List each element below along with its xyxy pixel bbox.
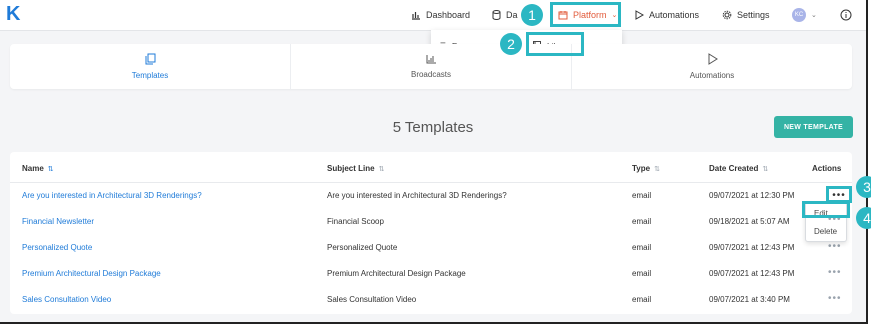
step-badge-3: 3 xyxy=(856,176,871,198)
subject-cell: Sales Consultation Video xyxy=(327,295,417,304)
step-badge-1: 1 xyxy=(521,4,543,26)
table-row: Sales Consultation Video Sales Consultat… xyxy=(10,286,852,312)
nav-data[interactable]: Da xyxy=(492,0,518,30)
column-header-subject-label: Subject Line xyxy=(327,164,375,173)
bar-chart-icon xyxy=(412,11,420,20)
subject-cell: Premium Architectural Design Package xyxy=(327,269,466,278)
app-logo[interactable]: K xyxy=(6,3,20,26)
nav-automations[interactable]: Automations xyxy=(635,0,699,30)
type-cell: email xyxy=(632,295,652,304)
subject-cell: Financial Scoop xyxy=(327,217,384,226)
date-cell: 09/07/2021 at 12:30 PM xyxy=(709,191,795,200)
section-tabs: Templates Broadcasts Automations xyxy=(10,44,852,89)
sort-icon: ⇅ xyxy=(654,165,660,173)
step-badge-4: 4 xyxy=(856,207,871,229)
new-template-button[interactable]: NEW TEMPLATE xyxy=(774,116,853,138)
tab-templates[interactable]: Templates xyxy=(10,44,291,89)
broadcast-icon xyxy=(426,55,436,64)
nav-automations-label: Automations xyxy=(649,10,700,20)
subject-cell: Are you interested in Architectural 3D R… xyxy=(327,191,507,200)
app-window: K Dashboard Da Platform ⌄ Automations Se… xyxy=(0,0,868,324)
tab-templates-label: Templates xyxy=(131,71,169,80)
type-cell: email xyxy=(632,191,652,200)
table-row: Are you interested in Architectural 3D R… xyxy=(10,182,852,208)
subject-cell: Personalized Quote xyxy=(327,243,398,252)
table-row: Premium Architectural Design Package Pre… xyxy=(10,260,852,286)
play-icon xyxy=(635,10,644,20)
template-name-link[interactable]: Premium Architectural Design Package xyxy=(22,269,161,278)
date-cell: 09/18/2021 at 5:07 AM xyxy=(709,217,790,226)
play-icon xyxy=(708,53,718,65)
template-name-link[interactable]: Are you interested in Architectural 3D R… xyxy=(22,191,202,200)
nav-settings[interactable]: Settings xyxy=(722,0,770,30)
nav-platform-label: Platform xyxy=(573,10,607,20)
template-name-link[interactable]: Personalized Quote xyxy=(22,243,92,252)
avatar: KC xyxy=(792,8,806,22)
template-name-link[interactable]: Sales Consultation Video xyxy=(22,295,111,304)
sort-icon: ⇅ xyxy=(47,165,54,173)
sort-icon: ⇅ xyxy=(378,165,385,173)
more-actions-button[interactable]: ••• xyxy=(828,214,842,225)
step-badge-2: 2 xyxy=(500,33,522,55)
column-header-date-label: Date Created xyxy=(709,164,759,173)
column-header-name[interactable]: Name ⇅ xyxy=(22,164,54,173)
type-cell: email xyxy=(632,243,652,252)
type-cell: email xyxy=(632,217,652,226)
templates-table: Name ⇅ Subject Line ⇅ Type ⇅ Date Create… xyxy=(10,152,852,314)
date-cell: 09/07/2021 at 12:43 PM xyxy=(709,243,795,252)
delete-menu-item[interactable]: Delete xyxy=(814,227,837,236)
more-actions-button[interactable]: ••• xyxy=(828,189,850,201)
template-name-link[interactable]: Financial Newsletter xyxy=(22,217,94,226)
nav-settings-label: Settings xyxy=(737,10,770,20)
more-actions-button[interactable]: ••• xyxy=(828,267,842,278)
nav-dashboard[interactable]: Dashboard xyxy=(411,0,470,30)
database-icon xyxy=(492,10,501,20)
edit-menu-item[interactable]: Edit xyxy=(814,209,828,218)
table-row: Financial Newsletter Financial Scoop ema… xyxy=(10,208,852,234)
column-header-subject[interactable]: Subject Line ⇅ xyxy=(327,164,384,173)
column-header-type[interactable]: Type ⇅ xyxy=(632,164,660,173)
calendar-icon xyxy=(558,11,568,20)
chevron-down-icon: ⌄ xyxy=(611,12,618,19)
copy-icon xyxy=(145,53,155,65)
table-row: Personalized Quote Personalized Quote em… xyxy=(10,234,852,260)
templates-count: 5 Templates xyxy=(392,119,474,136)
more-actions-button[interactable]: ••• xyxy=(828,293,842,304)
nav-platform[interactable]: Platform ⌄ xyxy=(558,0,617,30)
info-icon xyxy=(840,9,852,21)
column-header-type-label: Type xyxy=(632,164,651,173)
sort-icon: ⇅ xyxy=(762,165,769,173)
date-cell: 09/07/2021 at 12:43 PM xyxy=(709,269,795,278)
tab-broadcasts[interactable]: Broadcasts xyxy=(291,44,572,89)
more-actions-button[interactable]: ••• xyxy=(828,241,842,252)
column-header-actions: Actions xyxy=(812,164,841,173)
type-cell: email xyxy=(632,269,652,278)
gear-icon xyxy=(722,10,732,20)
nav-dashboard-label: Dashboard xyxy=(426,10,471,20)
top-nav-bar: K Dashboard Da Platform ⌄ Automations Se… xyxy=(0,0,866,31)
column-header-name-label: Name xyxy=(22,164,44,173)
user-menu[interactable]: KC ⌄ xyxy=(792,0,817,30)
tab-automations-label: Automations xyxy=(689,71,735,80)
nav-data-label: Da xyxy=(506,10,518,20)
help-button[interactable] xyxy=(840,0,852,30)
column-header-actions-label: Actions xyxy=(812,164,842,173)
tab-automations[interactable]: Automations xyxy=(572,44,852,89)
tab-broadcasts-label: Broadcasts xyxy=(410,70,452,79)
date-cell: 09/07/2021 at 3:40 PM xyxy=(709,295,790,304)
column-header-date[interactable]: Date Created ⇅ xyxy=(709,164,768,173)
chevron-down-icon: ⌄ xyxy=(811,12,817,19)
